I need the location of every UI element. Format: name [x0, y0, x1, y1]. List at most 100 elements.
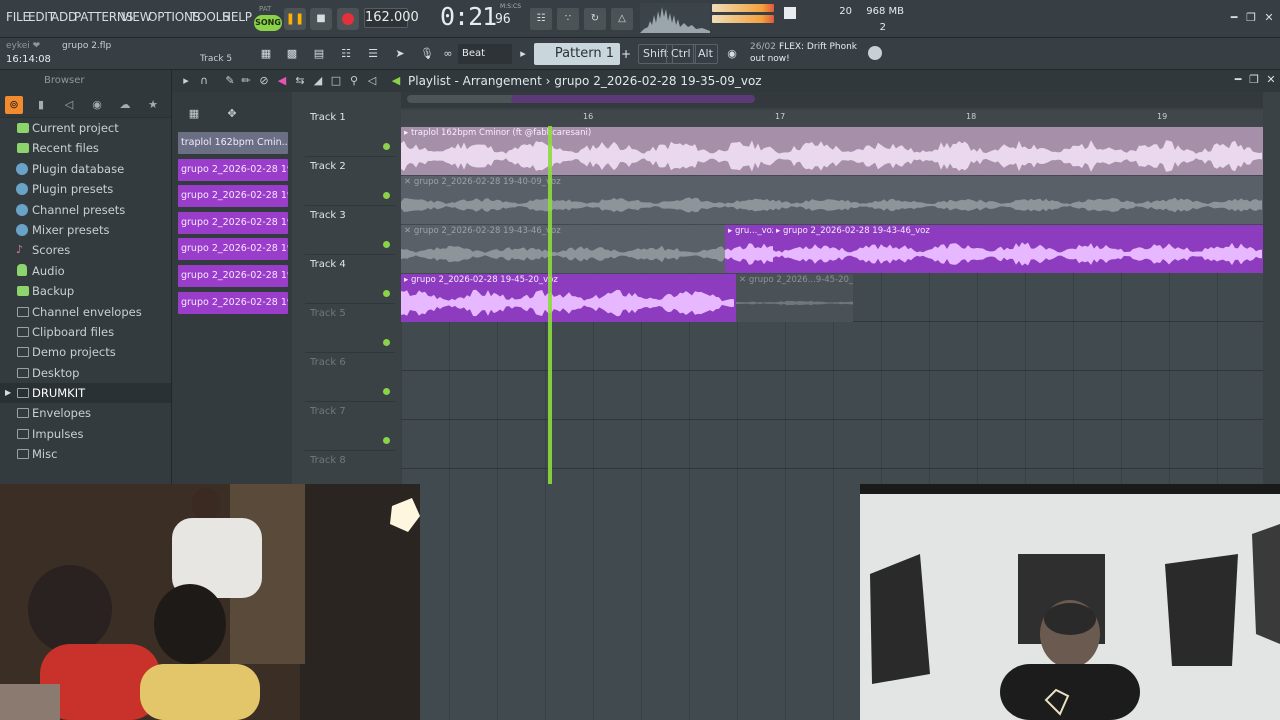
- track-header[interactable]: Track 1: [305, 108, 395, 157]
- news-title[interactable]: FLEX: Drift Phonk: [779, 42, 857, 52]
- magnet-icon[interactable]: ∩: [196, 73, 212, 89]
- slip-icon[interactable]: ⇆: [292, 73, 308, 89]
- browser-item[interactable]: Envelopes: [0, 403, 171, 423]
- slice-icon[interactable]: ◢: [310, 73, 326, 89]
- arrangement-grid[interactable]: ▸ traplol 162bpm Cminor (ft @fabbcaresan…: [401, 126, 1263, 484]
- playlist-view-icon[interactable]: ▦: [255, 43, 277, 65]
- browser-item[interactable]: Impulses: [0, 424, 171, 444]
- browser-item[interactable]: Current project: [0, 118, 171, 138]
- picker-clip[interactable]: grupo 2_2026-02-28 19-...: [178, 211, 288, 234]
- delete-icon[interactable]: ⊘: [256, 73, 272, 89]
- playlist-minimize-icon[interactable]: ━: [1232, 74, 1244, 86]
- restore-icon[interactable]: ❐: [1244, 12, 1258, 24]
- track-enable-led[interactable]: [383, 437, 390, 444]
- picker-move-icon[interactable]: ✥: [224, 106, 240, 122]
- browser-item[interactable]: Desktop: [0, 363, 171, 383]
- menu-help[interactable]: HELP: [222, 10, 252, 24]
- globe-icon[interactable]: [868, 46, 882, 60]
- browser-item[interactable]: Recent files: [0, 138, 171, 158]
- browser-item[interactable]: Audio: [0, 261, 171, 281]
- browser-item[interactable]: Channel presets: [0, 200, 171, 220]
- ctrl-key-button[interactable]: Ctrl: [666, 44, 696, 64]
- metronome-icon[interactable]: △: [611, 8, 633, 30]
- arrangement-name[interactable]: grupo 2_2026-02-28 19-35-09_voz: [554, 74, 761, 88]
- menu-view[interactable]: VIEW: [121, 10, 152, 24]
- mixer-icon[interactable]: ☷: [335, 43, 357, 65]
- pencil-icon[interactable]: ✎: [222, 73, 238, 89]
- track-header[interactable]: Track 2: [305, 157, 395, 206]
- microphone-icon[interactable]: 🎙: [416, 43, 438, 65]
- browser-cloud-icon[interactable]: ☁: [116, 96, 134, 114]
- stop-button[interactable]: ■: [310, 8, 332, 30]
- mute-icon[interactable]: ◀: [274, 73, 290, 89]
- picker-clip[interactable]: grupo 2_2026-02-28 19-...: [178, 185, 288, 208]
- arrow-right-icon[interactable]: ➤: [389, 43, 411, 65]
- browser-item[interactable]: ▶ DRUMKIT: [0, 383, 171, 404]
- track-header[interactable]: Track 5: [305, 304, 395, 353]
- menu-file[interactable]: FILE: [6, 10, 30, 24]
- record-button[interactable]: [337, 8, 359, 30]
- browser-speaker-icon[interactable]: ◁: [60, 96, 78, 114]
- brush-icon[interactable]: ✏: [238, 73, 254, 89]
- browser-item[interactable]: Plugin presets: [0, 179, 171, 199]
- browser-plugin-icon[interactable]: ◉: [88, 96, 106, 114]
- picker-clip[interactable]: grupo 2_2026-02-28 19-...: [178, 291, 288, 314]
- browser-item[interactable]: Plugin database: [0, 159, 171, 179]
- arrow-left-icon[interactable]: ▸: [516, 43, 530, 65]
- tempo-display[interactable]: 162.000: [364, 8, 419, 28]
- browser-item[interactable]: Backup: [0, 281, 171, 301]
- snap-select[interactable]: Beat: [458, 44, 512, 64]
- playback-icon[interactable]: ◁: [364, 73, 380, 89]
- pattern-select[interactable]: Pattern 1: [534, 43, 620, 65]
- audio-clip[interactable]: ▸ traplol 162bpm Cminor (ft @fabbcaresan…: [401, 127, 1263, 175]
- track-enable-led[interactable]: [383, 290, 390, 297]
- timeline-scrollbar[interactable]: [401, 92, 1263, 108]
- browser-star-icon[interactable]: ★: [144, 96, 162, 114]
- playlist-close-icon[interactable]: ✕: [1265, 74, 1277, 86]
- track-enable-led[interactable]: [383, 388, 390, 395]
- track-enable-led[interactable]: [383, 192, 390, 199]
- news-icon[interactable]: ◉: [721, 43, 743, 65]
- picker-clip[interactable]: grupo 2_2026-02-28 19-...: [178, 238, 288, 261]
- loop-range-indicator[interactable]: [511, 95, 755, 103]
- arrangement-grid-lower[interactable]: [420, 484, 882, 720]
- timeline-ruler[interactable]: 16 17 18 19: [401, 110, 1263, 126]
- track-header[interactable]: Track 3: [305, 206, 395, 255]
- picker-clip[interactable]: traplol 162bpm Cmin..: [178, 132, 288, 154]
- browser-item[interactable]: Misc: [0, 444, 171, 464]
- track-enable-led[interactable]: [383, 143, 390, 150]
- playhead[interactable]: [548, 126, 552, 484]
- plugin-picker-icon[interactable]: ☰: [362, 43, 384, 65]
- alt-key-button[interactable]: Alt: [693, 44, 718, 64]
- step-edit-icon[interactable]: ∵: [557, 8, 579, 30]
- audio-clip[interactable]: ✕ grupo 2_2026-02-28 19-43-46_voz: [401, 225, 725, 273]
- track-enable-led[interactable]: [383, 339, 390, 346]
- audio-clip[interactable]: ▸ gru..._voz: [725, 225, 773, 273]
- audio-clip[interactable]: ✕ grupo 2_2026...9-45-20_voz: [736, 274, 853, 322]
- browser-item[interactable]: Clipboard files: [0, 322, 171, 342]
- browser-item[interactable]: ♪ Scores: [0, 240, 171, 260]
- track-enable-led[interactable]: [383, 241, 390, 248]
- picker-clip[interactable]: grupo 2_2026-02-28 19-...: [178, 265, 288, 287]
- close-icon[interactable]: ✕: [1262, 12, 1276, 24]
- play-arrangement-icon[interactable]: ◀: [388, 73, 404, 89]
- browser-item[interactable]: Demo projects: [0, 342, 171, 362]
- typing-keyboard-icon[interactable]: ☷: [530, 8, 552, 30]
- loop-record-icon[interactable]: ↻: [584, 8, 606, 30]
- minimize-icon[interactable]: ━: [1227, 12, 1241, 24]
- link-icon[interactable]: ∞: [442, 43, 454, 65]
- options-arrow-icon[interactable]: ▸: [178, 73, 194, 89]
- track-header[interactable]: Track 6: [305, 353, 395, 402]
- add-pattern-button[interactable]: +: [620, 44, 632, 64]
- zoom-icon[interactable]: ⚲: [346, 73, 362, 89]
- browser-file-icon[interactable]: ▮: [32, 96, 50, 114]
- audio-clip[interactable]: ✕ grupo 2_2026-02-28 19-40-09_voz: [401, 176, 1263, 224]
- browser-item[interactable]: Channel envelopes: [0, 302, 171, 322]
- track-header[interactable]: Track 4: [305, 255, 395, 304]
- playlist-maximize-icon[interactable]: ❐: [1248, 74, 1260, 86]
- song-time-display[interactable]: 0:21: [440, 2, 497, 31]
- song-mode-toggle[interactable]: SONG: [254, 15, 282, 31]
- browser-item[interactable]: Mixer presets: [0, 220, 171, 240]
- picker-options-icon[interactable]: ▦: [186, 106, 202, 122]
- select-icon[interactable]: □: [328, 73, 344, 89]
